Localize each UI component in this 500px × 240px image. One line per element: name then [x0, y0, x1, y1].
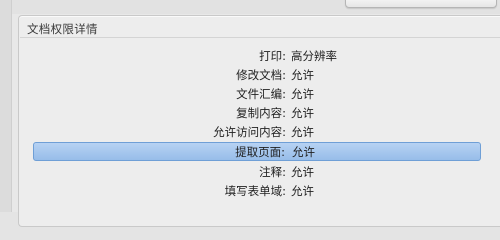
permission-label: 复制内容:: [236, 106, 286, 120]
permission-row-fill-forms[interactable]: 填写表单域: 允许: [33, 181, 481, 200]
permission-value: 高分辨率: [291, 49, 337, 63]
permission-row-annotate[interactable]: 注释: 允许: [33, 162, 481, 181]
permission-row-print[interactable]: 打印: 高分辨率: [33, 46, 481, 65]
permission-value: 允许: [292, 145, 315, 159]
permission-value: 允许: [291, 87, 314, 101]
left-edge: [0, 0, 12, 212]
permission-row-modify[interactable]: 修改文档: 允许: [33, 65, 481, 84]
permission-value: 允许: [291, 184, 314, 198]
permission-label: 允许访问内容:: [213, 125, 286, 139]
panel-title: 文档权限详情: [27, 22, 98, 36]
permission-label: 提取页面:: [235, 145, 285, 159]
permission-label: 文件汇编:: [236, 87, 286, 101]
permission-value: 允许: [291, 68, 314, 82]
permission-value: 允许: [291, 165, 314, 179]
permission-label: 修改文档:: [236, 68, 286, 82]
permission-row-assemble[interactable]: 文件汇编: 允许: [33, 84, 481, 103]
dialog-window: 文档权限详情 打印: 高分辨率 修改文档: 允许 文件汇编: 允许 复制内容: …: [0, 0, 500, 227]
permission-row-copy[interactable]: 复制内容: 允许: [33, 103, 481, 122]
permission-label: 填写表单域:: [224, 184, 286, 198]
permission-value: 允许: [291, 106, 314, 120]
permission-row-extract-pages[interactable]: 提取页面: 允许: [33, 142, 481, 161]
top-button[interactable]: [345, 0, 497, 8]
permission-label: 打印:: [259, 49, 286, 63]
document-permissions-panel: 文档权限详情 打印: 高分辨率 修改文档: 允许 文件汇编: 允许 复制内容: …: [18, 15, 500, 227]
permission-row-accessibility[interactable]: 允许访问内容: 允许: [33, 122, 481, 141]
permission-value: 允许: [291, 125, 314, 139]
panel-divider: [20, 37, 500, 38]
permission-label: 注释:: [259, 165, 286, 179]
